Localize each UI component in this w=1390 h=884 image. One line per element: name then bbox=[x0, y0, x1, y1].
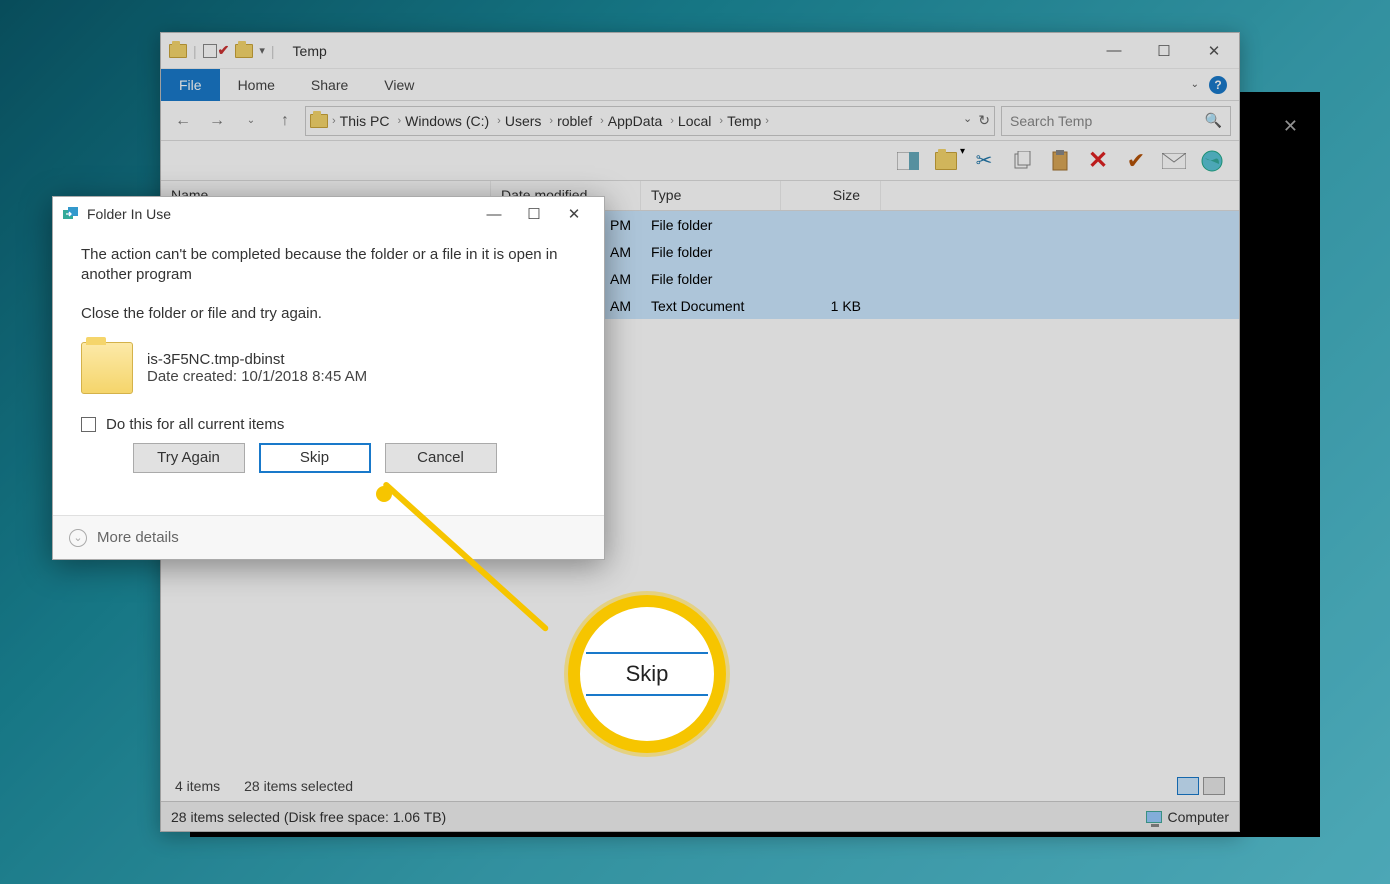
tab-file[interactable]: File bbox=[161, 69, 220, 101]
qat-dropdown-icon[interactable]: ▾ bbox=[259, 44, 265, 57]
status-items: 4 items bbox=[175, 778, 220, 794]
globe-icon[interactable] bbox=[1199, 148, 1225, 174]
footer-computer: Computer bbox=[1168, 809, 1229, 825]
folder-icon bbox=[310, 114, 328, 128]
folder-icon bbox=[81, 342, 133, 394]
annotation-dot bbox=[376, 486, 392, 502]
status-selected: 28 items selected bbox=[244, 778, 353, 794]
navigation-bar: ← → ⌄ ↑ ›This PC ›Windows (C:) ›Users ›r… bbox=[161, 101, 1239, 141]
new-folder-icon[interactable]: ▾ bbox=[933, 148, 959, 174]
ribbon-collapse-icon[interactable]: ⌄ bbox=[1191, 79, 1199, 90]
search-placeholder: Search Temp bbox=[1010, 113, 1092, 129]
crumb[interactable]: Local bbox=[678, 113, 711, 129]
dialog-instruction: Close the folder or file and try again. bbox=[81, 304, 576, 324]
crumb[interactable]: Users bbox=[505, 113, 542, 129]
column-type[interactable]: Type bbox=[641, 181, 781, 210]
up-button[interactable]: ↑ bbox=[271, 107, 299, 135]
refresh-icon[interactable]: ↻ bbox=[978, 112, 990, 129]
dialog-title: Folder In Use bbox=[87, 206, 171, 222]
column-size[interactable]: Size bbox=[781, 181, 881, 210]
crumb[interactable]: This PC bbox=[340, 113, 390, 129]
footer-selection: 28 items selected (Disk free space: 1.06… bbox=[171, 809, 446, 825]
folder-icon bbox=[235, 44, 253, 58]
annotation-label: Skip bbox=[586, 652, 708, 696]
more-details-label: More details bbox=[97, 529, 179, 546]
crumb[interactable]: Windows (C:) bbox=[405, 113, 489, 129]
rename-icon[interactable]: ✔ bbox=[1123, 148, 1149, 174]
tab-share[interactable]: Share bbox=[293, 69, 366, 101]
dialog-message: The action can't be completed because th… bbox=[81, 245, 576, 286]
folder-in-use-dialog: Folder In Use — ☐ ✕ The action can't be … bbox=[52, 196, 605, 560]
paste-icon[interactable] bbox=[1047, 148, 1073, 174]
titlebar: | ✔ ▾ | Temp — ☐ ✕ bbox=[161, 33, 1239, 69]
tab-view[interactable]: View bbox=[366, 69, 432, 101]
dialog-footer[interactable]: ⌄ More details bbox=[53, 515, 604, 559]
minimize-button[interactable]: — bbox=[1089, 33, 1139, 69]
skip-button[interactable]: Skip bbox=[259, 443, 371, 473]
address-bar[interactable]: ›This PC ›Windows (C:) ›Users ›roblef ›A… bbox=[305, 106, 995, 136]
chevron-down-icon[interactable]: ⌄ bbox=[69, 529, 87, 547]
do-for-all-checkbox[interactable]: Do this for all current items bbox=[81, 416, 576, 433]
dialog-titlebar: Folder In Use — ☐ ✕ bbox=[53, 197, 604, 231]
tab-home[interactable]: Home bbox=[220, 69, 293, 101]
crumb[interactable]: Temp bbox=[727, 113, 761, 129]
forward-button[interactable]: → bbox=[203, 107, 231, 135]
thumbnails-view-button[interactable] bbox=[1203, 777, 1225, 795]
file-name: is-3F5NC.tmp-dbinst bbox=[147, 351, 367, 368]
crumb[interactable]: AppData bbox=[608, 113, 662, 129]
window-title: Temp bbox=[283, 43, 327, 59]
dialog-icon bbox=[63, 207, 79, 221]
computer-icon bbox=[1146, 811, 1162, 823]
folder-icon bbox=[169, 44, 187, 58]
ribbon: File Home Share View ⌄ ? bbox=[161, 69, 1239, 101]
divider: | bbox=[193, 43, 197, 59]
details-view-button[interactable] bbox=[1177, 777, 1199, 795]
footer-bar: 28 items selected (Disk free space: 1.06… bbox=[161, 801, 1239, 831]
search-input[interactable]: Search Temp 🔍 bbox=[1001, 106, 1231, 136]
try-again-button[interactable]: Try Again bbox=[133, 443, 245, 473]
dialog-minimize-button[interactable]: — bbox=[474, 197, 514, 231]
copy-icon[interactable] bbox=[1009, 148, 1035, 174]
checkbox-label: Do this for all current items bbox=[106, 416, 284, 433]
recent-dropdown-icon[interactable]: ⌄ bbox=[237, 107, 265, 135]
delete-icon[interactable]: ✕ bbox=[1085, 148, 1111, 174]
address-dropdown-icon[interactable]: ⌄ bbox=[963, 112, 972, 129]
back-button[interactable]: ← bbox=[169, 107, 197, 135]
dialog-maximize-button[interactable]: ☐ bbox=[514, 197, 554, 231]
bg-window-close-icon[interactable]: ✕ bbox=[1283, 116, 1298, 137]
annotation-magnifier: Skip bbox=[568, 595, 726, 753]
maximize-button[interactable]: ☐ bbox=[1139, 33, 1189, 69]
email-icon[interactable] bbox=[1161, 148, 1187, 174]
close-button[interactable]: ✕ bbox=[1189, 33, 1239, 69]
toolbar: ▾ ✂ ✕ ✔ bbox=[161, 141, 1239, 181]
help-icon[interactable]: ? bbox=[1209, 76, 1227, 94]
status-bar: 4 items 28 items selected bbox=[161, 771, 1239, 801]
preview-pane-icon[interactable] bbox=[895, 148, 921, 174]
cut-icon[interactable]: ✂ bbox=[971, 148, 997, 174]
dialog-close-button[interactable]: ✕ bbox=[554, 197, 594, 231]
file-info: is-3F5NC.tmp-dbinst Date created: 10/1/2… bbox=[81, 342, 576, 394]
properties-icon[interactable]: ✔ bbox=[203, 42, 230, 59]
checkbox-box[interactable] bbox=[81, 417, 96, 432]
crumb[interactable]: roblef bbox=[557, 113, 592, 129]
file-created: Date created: 10/1/2018 8:45 AM bbox=[147, 368, 367, 385]
cancel-button[interactable]: Cancel bbox=[385, 443, 497, 473]
search-icon[interactable]: 🔍 bbox=[1205, 112, 1222, 129]
